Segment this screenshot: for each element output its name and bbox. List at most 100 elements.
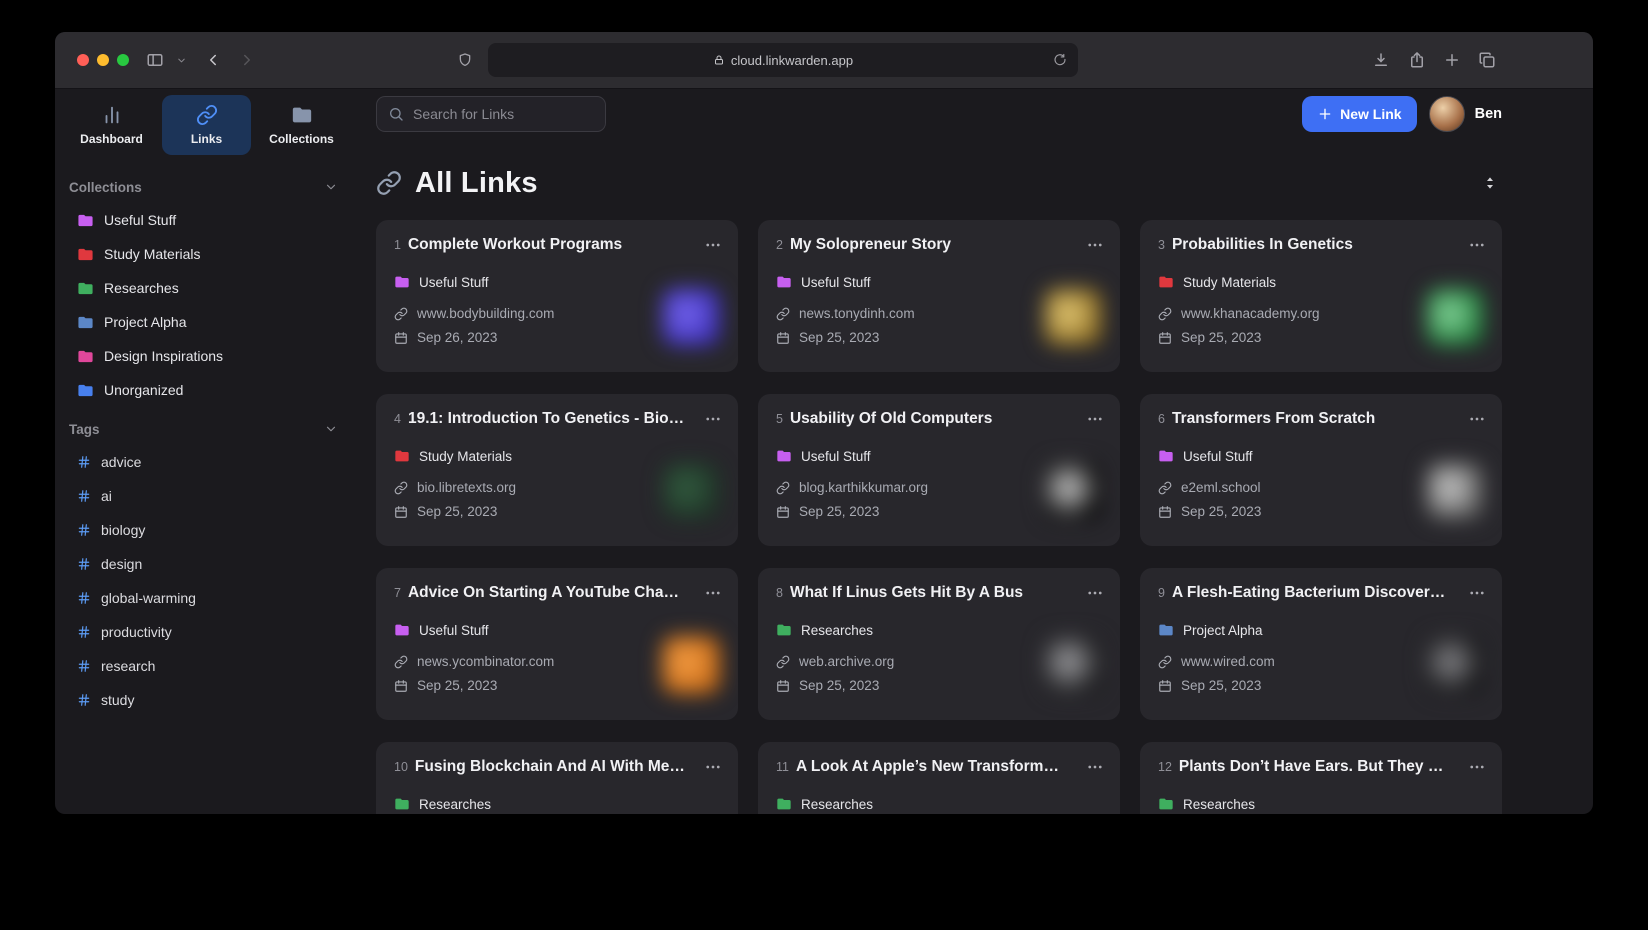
reload-button[interactable]	[1050, 50, 1070, 70]
link-card[interactable]: 10Fusing Blockchain And AI With Me… Rese…	[376, 742, 738, 814]
section-title: Collections	[69, 180, 142, 195]
sidebar-tag-study[interactable]: study	[67, 683, 346, 717]
sidebar-collection-useful-stuff[interactable]: Useful Stuff	[67, 203, 346, 237]
sidebar-collection-design-inspirations[interactable]: Design Inspirations	[67, 339, 346, 373]
link-card[interactable]: 9A Flesh-Eating Bacterium Discover… Proj…	[1140, 568, 1502, 720]
link-card[interactable]: 5 Usability Of Old Computers Useful Stuff…	[758, 394, 1120, 546]
search-box[interactable]	[376, 96, 606, 132]
sidebar-collection-researches[interactable]: Researches	[67, 271, 346, 305]
folder-icon	[77, 246, 94, 263]
link-icon	[776, 655, 790, 669]
link-card[interactable]: 12Plants Don’t Have Ears. But They … Res…	[1140, 742, 1502, 814]
card-menu-button[interactable]	[1465, 233, 1489, 257]
link-card[interactable]: 1Complete Workout Programs Useful Stuff …	[376, 220, 738, 372]
sidebar-tag-biology[interactable]: biology	[67, 513, 346, 547]
card-number: 4	[394, 412, 401, 426]
collection-label: Researches	[104, 280, 179, 296]
back-button[interactable]	[199, 46, 227, 74]
privacy-shield-icon[interactable]	[451, 46, 479, 74]
sidebar-tag-advice[interactable]: advice	[67, 445, 346, 479]
card-collection: Project Alpha	[1183, 623, 1263, 638]
nav-links[interactable]: Links	[162, 95, 251, 155]
card-number: 5	[776, 412, 783, 426]
link-card[interactable]: 7Advice On Starting A YouTube Cha… Usefu…	[376, 568, 738, 720]
card-collection: Useful Stuff	[801, 449, 871, 464]
sort-button[interactable]	[1478, 171, 1502, 195]
url-bar[interactable]: cloud.linkwarden.app	[488, 43, 1078, 77]
card-title: 19.1: Introduction To Genetics - Bio…	[408, 410, 684, 428]
new-tab-button[interactable]	[1438, 46, 1466, 74]
browser-window: cloud.linkwarden.app Dashboard Links	[55, 32, 1593, 814]
share-button[interactable]	[1403, 46, 1431, 74]
downloads-button[interactable]	[1367, 46, 1395, 74]
tags-section-header[interactable]: Tags	[67, 413, 346, 445]
nav-collections[interactable]: Collections	[257, 95, 346, 155]
card-menu-button[interactable]	[1465, 581, 1489, 605]
card-title: Usability Of Old Computers	[790, 410, 992, 428]
folder-icon	[776, 622, 792, 638]
folder-icon	[394, 448, 410, 464]
collections-section-header[interactable]: Collections	[67, 171, 346, 203]
card-menu-button[interactable]	[701, 755, 725, 779]
plus-icon	[1317, 106, 1333, 122]
hash-icon	[77, 625, 91, 639]
folder-icon	[1158, 622, 1174, 638]
chevron-down-icon	[324, 422, 338, 436]
sidebar-tag-design[interactable]: design	[67, 547, 346, 581]
sidebar-collection-study-materials[interactable]: Study Materials	[67, 237, 346, 271]
card-menu-button[interactable]	[1083, 755, 1107, 779]
card-collection: Researches	[801, 797, 873, 812]
close-window-button[interactable]	[77, 54, 89, 66]
card-title: A Flesh-Eating Bacterium Discover…	[1172, 584, 1445, 602]
favicon-preview	[1044, 288, 1102, 346]
forward-button[interactable]	[233, 46, 261, 74]
nav-label: Links	[191, 132, 222, 146]
card-menu-button[interactable]	[1465, 407, 1489, 431]
sidebar-menu-chevron-icon[interactable]	[171, 46, 191, 74]
sidebar-toggle-button[interactable]	[141, 46, 169, 74]
sidebar-tag-ai[interactable]: ai	[67, 479, 346, 513]
card-menu-button[interactable]	[1083, 233, 1107, 257]
tag-label: productivity	[101, 624, 172, 640]
link-card[interactable]: 419.1: Introduction To Genetics - Bio… S…	[376, 394, 738, 546]
link-card[interactable]: 8What If Linus Gets Hit By A Bus Researc…	[758, 568, 1120, 720]
nav-dashboard[interactable]: Dashboard	[67, 95, 156, 155]
card-date: Sep 25, 2023	[1181, 330, 1261, 345]
zoom-window-button[interactable]	[117, 54, 129, 66]
sidebar-collection-project-alpha[interactable]: Project Alpha	[67, 305, 346, 339]
section-title: Tags	[69, 422, 100, 437]
card-menu-button[interactable]	[1083, 581, 1107, 605]
folder-icon	[77, 382, 94, 399]
card-menu-button[interactable]	[701, 581, 725, 605]
sidebar-tag-global-warming[interactable]: global-warming	[67, 581, 346, 615]
hash-icon	[77, 489, 91, 503]
link-icon	[1158, 655, 1172, 669]
calendar-icon	[776, 679, 790, 693]
card-collection: Useful Stuff	[1183, 449, 1253, 464]
card-menu-button[interactable]	[701, 407, 725, 431]
tab-overview-button[interactable]	[1473, 46, 1501, 74]
sidebar-tag-productivity[interactable]: productivity	[67, 615, 346, 649]
main-content: New Link Ben All Links 1Complete Workout…	[356, 89, 1593, 814]
sidebar-tag-research[interactable]: research	[67, 649, 346, 683]
sidebar-collection-unorganized[interactable]: Unorganized	[67, 373, 346, 407]
card-menu-button[interactable]	[1083, 407, 1107, 431]
tag-label: study	[101, 692, 134, 708]
link-card[interactable]: 2My Solopreneur Story Useful Stuff news.…	[758, 220, 1120, 372]
card-menu-button[interactable]	[701, 233, 725, 257]
link-card[interactable]: 6Transformers From Scratch Useful Stuff …	[1140, 394, 1502, 546]
card-collection: Researches	[801, 623, 873, 638]
new-link-button[interactable]: New Link	[1302, 96, 1416, 132]
search-input[interactable]	[413, 106, 594, 122]
more-icon	[704, 758, 722, 776]
card-title: Plants Don’t Have Ears. But They …	[1179, 758, 1443, 776]
card-number: 1	[394, 238, 401, 252]
folder-icon	[291, 104, 313, 126]
link-card[interactable]: 11A Look At Apple’s New Transform… Resea…	[758, 742, 1120, 814]
card-menu-button[interactable]	[1465, 755, 1489, 779]
link-card[interactable]: 3Probabilities In Genetics Study Materia…	[1140, 220, 1502, 372]
card-number: 10	[394, 760, 408, 774]
minimize-window-button[interactable]	[97, 54, 109, 66]
card-title: Advice On Starting A YouTube Cha…	[408, 584, 679, 602]
profile-menu[interactable]: Ben	[1429, 96, 1502, 132]
